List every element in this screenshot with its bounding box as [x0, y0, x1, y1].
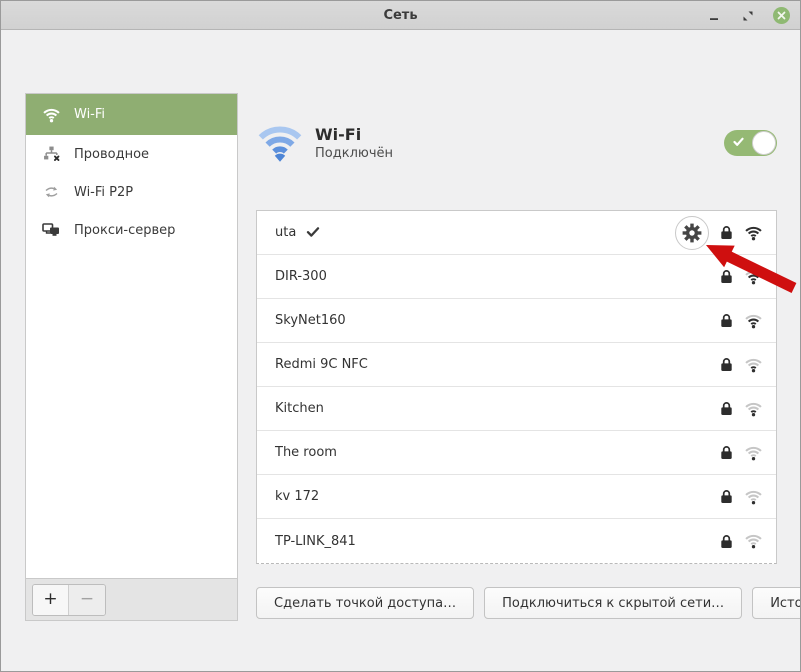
minimize-icon	[708, 10, 720, 22]
wifi-icon	[41, 107, 61, 123]
gear-icon	[682, 223, 702, 243]
network-name: DIR-300	[275, 269, 327, 284]
wifi-toggle-switch[interactable]	[724, 130, 777, 156]
wifi-header: Wi-Fi Подключён	[256, 117, 777, 169]
lock-icon	[720, 313, 733, 328]
lock-icon	[720, 357, 733, 372]
network-row[interactable]: kv 172	[257, 475, 776, 519]
network-name: Redmi 9C NFC	[275, 357, 368, 372]
lock-icon	[720, 489, 733, 504]
sidebar-item-label: Wi-Fi	[74, 107, 105, 122]
toggle-knob	[752, 131, 776, 155]
network-row[interactable]: The room	[257, 431, 776, 475]
p2p-arrows-icon	[41, 185, 61, 199]
network-name: kv 172	[275, 489, 319, 504]
network-name: TP-LINK_841	[275, 534, 356, 549]
lock-icon	[720, 225, 733, 240]
history-button[interactable]: История	[752, 587, 801, 619]
titlebar: Сеть	[1, 1, 800, 30]
proxy-monitors-icon	[41, 223, 61, 238]
window-title: Сеть	[1, 1, 800, 30]
sidebar-item-wifi-p2p[interactable]: Wi-Fi P2P	[26, 173, 237, 211]
lock-icon	[720, 401, 733, 416]
restore-icon	[742, 10, 754, 22]
network-row[interactable]: DIR-300	[257, 255, 776, 299]
wifi-signal-icon	[744, 357, 763, 373]
connected-check-icon	[306, 227, 320, 238]
toggle-check-icon	[733, 137, 744, 147]
add-connection-button[interactable]: +	[33, 585, 69, 615]
lock-icon	[720, 534, 733, 549]
maximize-button[interactable]	[739, 7, 757, 25]
network-row[interactable]: Redmi 9C NFC	[257, 343, 776, 387]
settings-gear-button[interactable]	[675, 216, 709, 250]
wifi-signal-icon	[744, 533, 763, 549]
close-icon	[777, 11, 786, 20]
network-name: Kitchen	[275, 401, 324, 416]
network-row[interactable]: uta	[257, 211, 776, 255]
network-row[interactable]: SkyNet160	[257, 299, 776, 343]
panel-title: Wi-Fi	[315, 125, 393, 144]
sidebar-toolbar: + −	[26, 578, 237, 620]
network-row[interactable]: TP-LINK_841	[257, 519, 776, 563]
lock-icon	[720, 445, 733, 460]
wifi-signal-icon	[744, 269, 763, 285]
sidebar-item-label: Проводное	[74, 147, 149, 162]
hotspot-button[interactable]: Сделать точкой доступа…	[256, 587, 474, 619]
wifi-signal-icon	[744, 401, 763, 417]
wifi-signal-icon	[744, 445, 763, 461]
wifi-signal-icon	[744, 225, 763, 241]
network-row[interactable]: Kitchen	[257, 387, 776, 431]
footer-actions: Сделать точкой доступа… Подключиться к с…	[256, 587, 777, 619]
network-name: uta	[275, 225, 296, 240]
hidden-network-button[interactable]: Подключиться к скрытой сети…	[484, 587, 742, 619]
wifi-signal-icon	[744, 313, 763, 329]
sidebar-item-wired[interactable]: Проводное	[26, 135, 237, 173]
wifi-status-icon	[256, 122, 304, 164]
network-settings-window: Сеть Wi-Fi	[0, 0, 801, 672]
wired-disconnected-icon	[41, 146, 61, 162]
sidebar: Wi-Fi Проводное Wi-Fi P2P Прокси-сервер	[25, 93, 238, 621]
minimize-button[interactable]	[705, 7, 723, 25]
connection-status: Подключён	[315, 146, 393, 161]
sidebar-item-wifi[interactable]: Wi-Fi	[26, 94, 237, 135]
network-list: uta	[256, 210, 777, 564]
network-name: SkyNet160	[275, 313, 346, 328]
sidebar-item-label: Прокси-сервер	[74, 223, 175, 238]
sidebar-item-label: Wi-Fi P2P	[74, 185, 133, 200]
close-button[interactable]	[773, 7, 790, 24]
wifi-signal-icon	[744, 489, 763, 505]
network-name: The room	[275, 445, 337, 460]
lock-icon	[720, 269, 733, 284]
remove-connection-button[interactable]: −	[69, 585, 105, 615]
sidebar-item-proxy[interactable]: Прокси-сервер	[26, 211, 237, 249]
